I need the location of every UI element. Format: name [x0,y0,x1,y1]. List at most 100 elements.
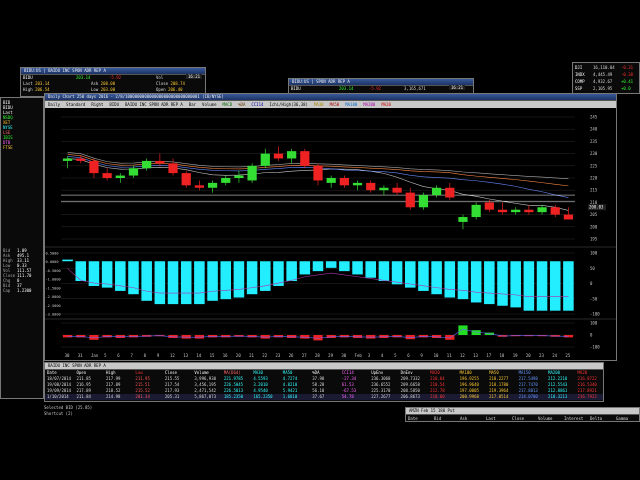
option-header-cell[interactable]: Last [486,416,496,421]
candle-body[interactable] [405,192,415,208]
candle-body[interactable] [207,182,218,188]
table-header-cell[interactable]: MA(D6d) [224,370,241,375]
option-window[interactable]: AMZN Feb 15 180 Put Date Bid Ask Last Close V… [405,407,640,422]
index-row[interactable]: SSP 2,105.95 +0.0 [575,86,639,91]
chart-window-title[interactable]: Daily Chart 250 days 2016 - 2/8/10000000… [45,94,616,101]
table-header-cell[interactable]: MA50 [489,370,499,375]
candle-body[interactable] [62,158,73,161]
table-header-cell[interactable]: Date [47,370,57,375]
table-header-cell[interactable]: MA100 [460,370,472,375]
ticker-window-left-title[interactable]: BIDU:US | BAIDU INC SPON ADR REP A [21,68,205,75]
ticker-window-middle-title[interactable]: BIDU:US | SPON ADR REP A [289,79,473,86]
candle-body[interactable] [221,178,231,183]
candle-body[interactable] [524,209,534,213]
toolbar-item[interactable]: MA200 [363,102,375,107]
indices-window[interactable]: DJI 16,110.84 -0.31 INDX 4,445.49 -0.38 COMP 4,… [572,62,640,94]
toolbar-item[interactable]: MACD [222,102,232,107]
price-chart[interactable]: 245240235230225220215210205200195208.030… [45,109,617,361]
toolbar-item[interactable]: Volume [202,102,216,107]
left-menu-item[interactable]: FTSE [3,145,41,150]
middle-symbol[interactable]: BIDU [291,86,301,91]
candle-body[interactable] [155,160,165,164]
candle-body[interactable] [379,187,389,191]
candle-body[interactable] [300,151,310,166]
table-header-cell[interactable]: Low [135,370,142,375]
candle-body[interactable] [128,168,139,176]
index-row[interactable]: INDX 4,445.49 -0.38 [575,72,639,77]
candle-body[interactable] [76,158,86,161]
chart-toolbar[interactable]: Daily Standard Right BIDU BAIDU INC SPON ADR… [45,101,616,108]
candle-body[interactable] [366,182,376,191]
toolbar-item[interactable]: %DA [238,102,245,107]
option-header-cell[interactable]: Gamma [616,416,628,421]
candle-body[interactable] [550,207,560,215]
candle-body[interactable] [458,217,468,222]
option-header-cell[interactable]: Volume [538,416,552,421]
candle-body[interactable] [260,153,270,166]
table-header-cell[interactable]: Open [76,370,86,375]
toolbar-item[interactable]: Standard [66,102,85,107]
candle-body[interactable] [181,173,191,186]
option-header-cell[interactable]: Ask [460,416,467,421]
candle-body[interactable] [392,187,402,193]
table-header-cell[interactable]: Volume [194,370,208,375]
toolbar-item[interactable]: MA100 [345,102,357,107]
candle-body[interactable] [142,160,152,169]
toolbar-item[interactable]: MA20 [381,102,391,107]
option-window-title[interactable]: AMZN Feb 15 180 Put [406,408,639,415]
toolbar-item[interactable]: MA30 [314,102,324,107]
candle-body[interactable] [194,185,204,188]
candle-body[interactable] [432,187,442,196]
candle-body[interactable] [418,195,429,208]
table-header-cell[interactable]: UpEnv [371,370,383,375]
option-header-cell[interactable]: Bid [434,416,441,421]
toolbar-item[interactable]: Right [91,102,103,107]
table-header-cell[interactable]: DnEnv [401,370,413,375]
candle-body[interactable] [102,173,112,178]
table-header-cell[interactable]: CCI14 [342,370,354,375]
table-header-cell[interactable]: MA20 [578,370,588,375]
table-header-cell[interactable]: Close [165,370,177,375]
candle-body[interactable] [287,151,297,159]
chart-window[interactable]: Daily Chart 250 days 2016 - 2/8/10000000… [44,93,617,361]
toolbar-item[interactable]: MA50 [330,102,340,107]
candle-body[interactable] [563,214,574,220]
option-header-cell[interactable]: Interest [564,416,583,421]
option-header-cell[interactable]: Delta [590,416,602,421]
data-table-title[interactable]: BAIDU INC SPON ADR REP A [45,363,603,370]
option-header-cell[interactable]: Close [512,416,524,421]
candle-body[interactable] [168,163,178,174]
option-header-cell[interactable]: Date [408,416,418,421]
candle-body[interactable] [89,160,99,174]
ticker-symbol[interactable]: BIDU [23,75,33,80]
table-header-cell[interactable]: MA200 [548,370,560,375]
table-header-cell[interactable]: High [106,370,116,375]
toolbar-item[interactable]: Ichi/High(36,38) [269,102,308,107]
candle-body[interactable] [511,209,521,213]
table-header-cell[interactable]: MA20 [430,370,440,375]
data-table-window[interactable]: BAIDU INC SPON ADR REP A Date Open High Low… [44,362,604,402]
table-header-cell[interactable]: MA150 [519,370,531,375]
toolbar-item[interactable]: Bar [189,102,196,107]
candle-body[interactable] [537,207,547,213]
table-row[interactable]: 1/10/2014 211.84 214.98 201.34 205.31 5,867,8… [45,394,603,400]
candle-body[interactable] [445,187,455,198]
ticker-window-middle[interactable]: BIDU:US | SPON ADR REP A BIDU 203.14 -5.… [288,78,474,94]
candle-body[interactable] [247,165,257,181]
toolbar-item[interactable]: BAIDU INC SPON ADR REP A [125,102,183,107]
candle-body[interactable] [352,182,363,186]
toolbar-item[interactable]: Daily [48,102,60,107]
table-header-cell[interactable]: %DA [312,370,319,375]
index-row[interactable]: COMP 4,932.67 +0.41 [575,79,639,84]
candle-body[interactable] [497,209,508,213]
table-header-cell[interactable]: MA30 [253,370,263,375]
candle-body[interactable] [471,204,481,218]
candle-body[interactable] [234,175,244,178]
candle-body[interactable] [484,202,494,210]
table-header-cell[interactable]: MA50 [283,370,293,375]
candle-body[interactable] [326,178,336,183]
candle-body[interactable] [115,175,125,178]
toolbar-item[interactable]: CCI14 [251,102,263,107]
toolbar-item[interactable]: BIDU [109,102,119,107]
candle-body[interactable] [273,153,284,159]
